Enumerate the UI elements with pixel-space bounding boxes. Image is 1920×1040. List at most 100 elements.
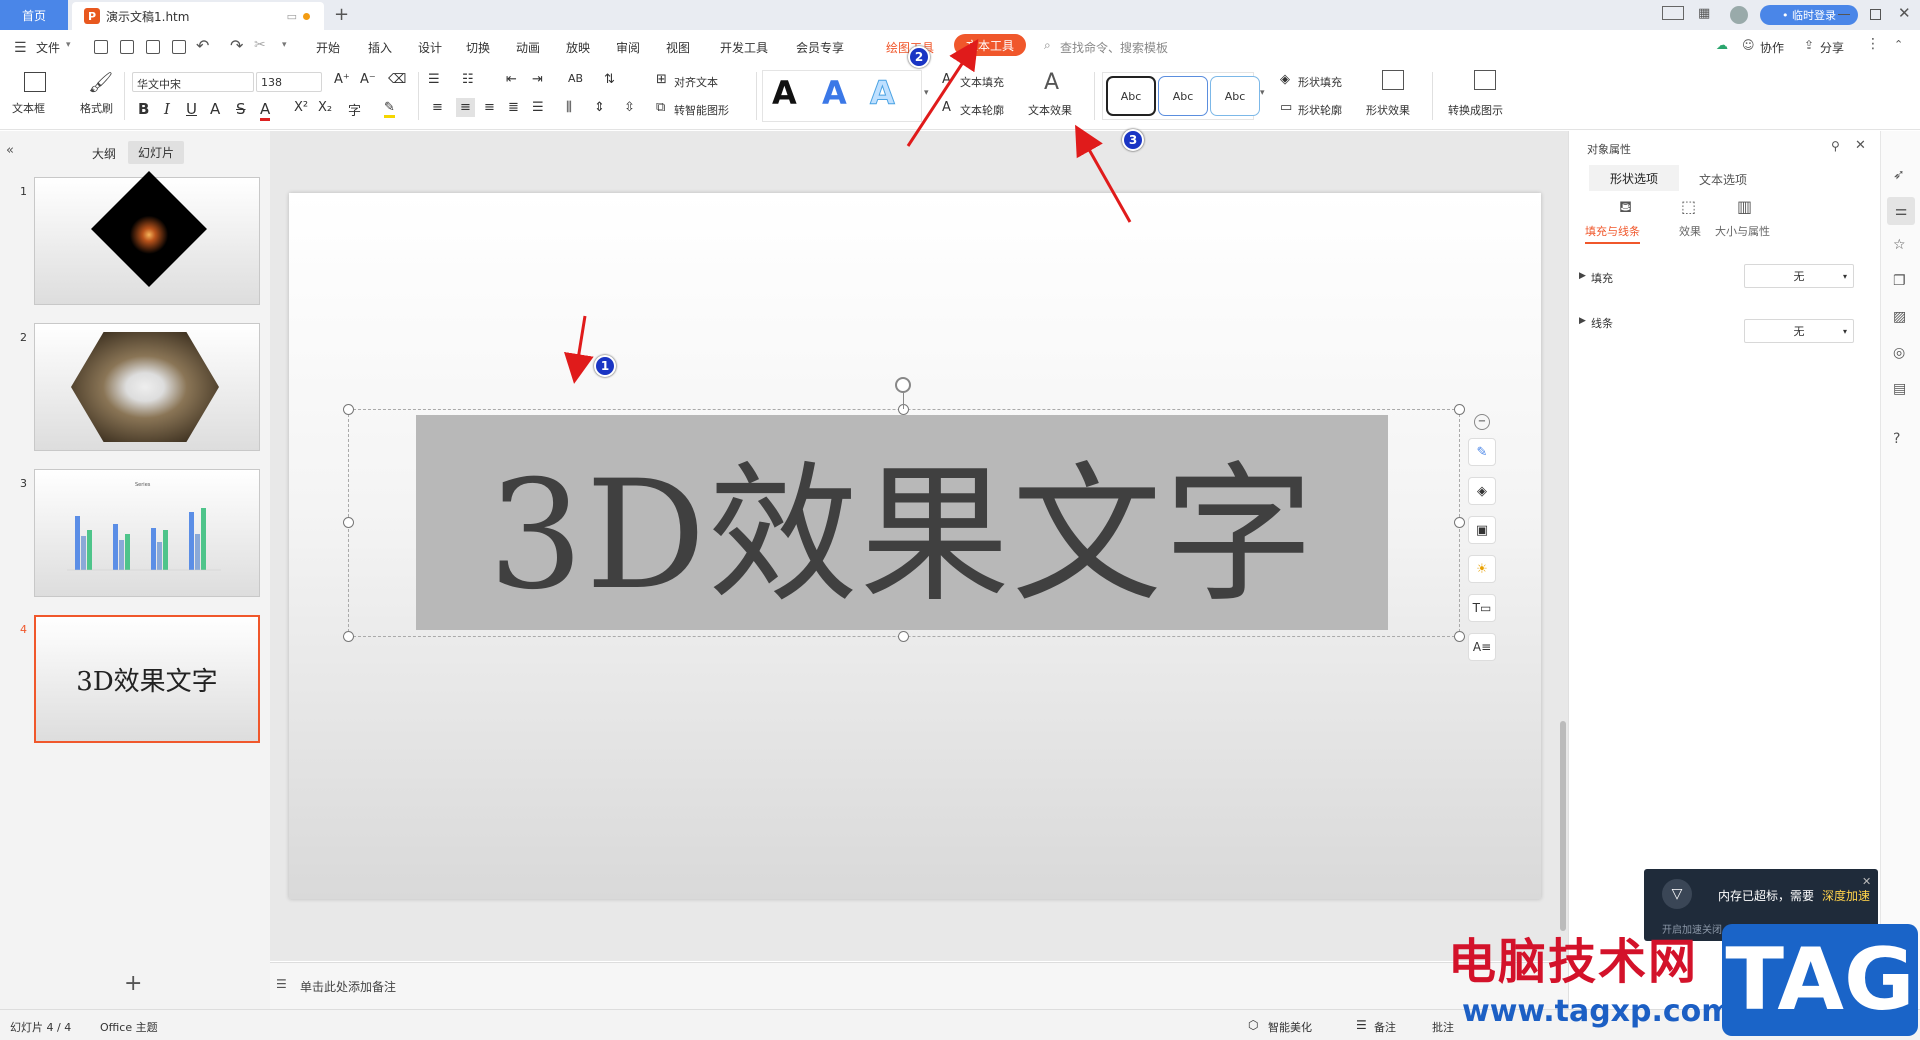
format-painter-button[interactable]: 格式刷 xyxy=(80,100,113,116)
float-edit-button[interactable]: ✎ xyxy=(1468,438,1496,466)
rocket-icon[interactable]: ➶ xyxy=(1893,167,1905,183)
star-icon[interactable]: ☆ xyxy=(1893,237,1906,253)
shape-fill-button[interactable]: 形状填充 xyxy=(1298,74,1342,90)
collapse-ribbon-icon[interactable]: ⌃ xyxy=(1894,38,1903,51)
expand-line-icon[interactable]: ▶ xyxy=(1579,316,1586,326)
line-select[interactable]: 无 ▾ xyxy=(1744,319,1854,343)
shape-style-more-icon[interactable]: ▾ xyxy=(1260,88,1265,98)
more-chevron-icon[interactable]: ▾ xyxy=(282,40,287,50)
align-center-icon[interactable]: ≡ xyxy=(456,98,475,117)
resize-handle[interactable] xyxy=(1454,517,1465,528)
align-right-icon[interactable]: ≡ xyxy=(484,100,495,115)
highlight-icon[interactable]: ✎ xyxy=(384,100,395,118)
shrink-font-icon[interactable]: A⁻ xyxy=(360,72,376,87)
shadow-icon[interactable]: A xyxy=(210,100,220,118)
columns-icon[interactable]: ⫼ xyxy=(566,100,572,115)
font-family-select[interactable]: 华文中宋 xyxy=(132,72,254,92)
menu-tab-4[interactable]: 动画 xyxy=(516,39,540,56)
bold-icon[interactable]: B xyxy=(138,100,149,118)
rotate-handle-icon[interactable] xyxy=(895,377,911,393)
copy-icon[interactable]: ❐ xyxy=(1893,273,1906,289)
sub-tab-effect[interactable]: 效果 xyxy=(1679,223,1701,239)
menu-tab-6[interactable]: 审阅 xyxy=(616,39,640,56)
hamburger-icon[interactable]: ☰ xyxy=(14,40,27,56)
save-icon[interactable] xyxy=(94,40,108,54)
shape-style-1[interactable]: Abc xyxy=(1106,76,1156,116)
login-button[interactable]: • 临时登录 xyxy=(1760,5,1858,25)
pin-icon[interactable]: ⚲ xyxy=(1831,139,1840,153)
collapse-float-icon[interactable]: − xyxy=(1474,414,1490,430)
text-fill-button[interactable]: 文本填充 xyxy=(960,74,1004,90)
slide-thumbnail-2[interactable] xyxy=(34,323,260,451)
slide-thumbnail-1[interactable] xyxy=(34,171,260,305)
line-spacing-icon[interactable]: ⇅ xyxy=(604,72,615,87)
add-slide-button[interactable]: + xyxy=(124,971,142,996)
justify-icon[interactable]: ≣ xyxy=(508,100,519,115)
menu-tab-2[interactable]: 设计 xyxy=(418,39,442,56)
textbox-button[interactable]: 文本框 xyxy=(12,100,45,116)
shape-outline-button[interactable]: 形状轮廓 xyxy=(1298,102,1342,118)
undo-icon[interactable]: ↶ xyxy=(196,36,209,55)
resize-handle[interactable] xyxy=(343,404,354,415)
tab-document[interactable]: P 演示文稿1.htm ▭ xyxy=(72,2,324,30)
popup-action[interactable]: 深度加速 xyxy=(1822,887,1870,904)
slide-thumbnail-3[interactable]: Series xyxy=(34,469,260,597)
avatar[interactable] xyxy=(1730,6,1748,24)
clear-format-icon[interactable]: ⌫ xyxy=(388,72,406,87)
para-spacing-icon[interactable]: ⇕ xyxy=(594,100,605,115)
share-button[interactable]: 分享 xyxy=(1820,39,1844,56)
wordart-outline-icon[interactable]: A xyxy=(870,74,896,113)
menu-tab-5[interactable]: 放映 xyxy=(566,39,590,56)
notes-area[interactable]: ☰ 单击此处添加备注 xyxy=(270,962,1568,1009)
tab-text-tools[interactable]: 文本工具 xyxy=(954,34,1026,56)
italic-icon[interactable]: I xyxy=(164,100,170,118)
text-effect-button[interactable]: 文本效果 xyxy=(1028,102,1072,118)
convert-button[interactable]: 转换成图示 xyxy=(1448,102,1503,118)
collab-button[interactable]: 协作 xyxy=(1760,39,1784,56)
tab-shape-options[interactable]: 形状选项 xyxy=(1589,165,1679,191)
font-color-icon[interactable]: A xyxy=(260,100,271,121)
indent-increase-icon[interactable]: ⇥ xyxy=(532,72,543,87)
comment-button[interactable]: 批注 xyxy=(1432,1019,1454,1035)
notes-button[interactable]: 备注 xyxy=(1374,1019,1396,1035)
menu-file[interactable]: 文件 xyxy=(36,39,60,56)
resize-handle[interactable] xyxy=(343,517,354,528)
minimize-button[interactable] xyxy=(1838,14,1850,15)
menu-tab-8[interactable]: 开发工具 xyxy=(720,39,768,56)
menu-tab-1[interactable]: 插入 xyxy=(368,39,392,56)
tab-slides[interactable]: 幻灯片 xyxy=(128,141,185,164)
bullets-icon[interactable]: ☰ xyxy=(428,72,440,87)
phonetic-icon[interactable]: 字 xyxy=(348,100,361,119)
strike-icon[interactable]: S xyxy=(236,100,246,118)
superscript-icon[interactable]: X² xyxy=(294,100,308,115)
menu-tab-7[interactable]: 视图 xyxy=(666,39,690,56)
more-icon[interactable]: ⋮ xyxy=(1866,36,1880,52)
wordart-blue-icon[interactable]: A xyxy=(822,74,847,112)
numbering-icon[interactable]: ☷ xyxy=(462,72,474,87)
underline-icon[interactable]: U xyxy=(186,100,197,118)
line-spacing2-icon[interactable]: ⇳ xyxy=(624,100,635,115)
resize-handle[interactable] xyxy=(898,631,909,642)
fill-select[interactable]: 无 ▾ xyxy=(1744,264,1854,288)
help-icon[interactable]: ? xyxy=(1893,431,1900,447)
menu-tab-3[interactable]: 切换 xyxy=(466,39,490,56)
smart-shape-button[interactable]: 转智能图形 xyxy=(674,102,729,118)
align-text-button[interactable]: 对齐文本 xyxy=(674,74,718,90)
wordart-more-icon[interactable]: ▾ xyxy=(924,88,929,98)
float-frame-button[interactable]: ▣ xyxy=(1468,516,1496,544)
wordart-black-icon[interactable]: A xyxy=(772,74,797,112)
sub-tab-fill-line[interactable]: 填充与线条 xyxy=(1585,223,1640,244)
slide-main-text[interactable]: 3D效果文字 xyxy=(488,414,1316,631)
resize-handle[interactable] xyxy=(343,631,354,642)
redo-icon[interactable]: ↷ xyxy=(230,36,243,55)
tab-text-options[interactable]: 文本选项 xyxy=(1699,171,1747,188)
sliders-icon[interactable]: ⚌ xyxy=(1887,197,1915,225)
close-panel-icon[interactable]: ✕ xyxy=(1855,138,1866,153)
location-icon[interactable]: ◎ xyxy=(1893,345,1905,361)
scissors-icon[interactable]: ✂ xyxy=(254,37,266,53)
close-icon[interactable]: ✕ xyxy=(1898,4,1911,22)
restore-button[interactable] xyxy=(1870,9,1881,20)
search-input[interactable]: 查找命令、搜索模板 xyxy=(1060,39,1168,56)
distribute-icon[interactable]: ☰ xyxy=(532,100,544,115)
vertical-scrollbar[interactable] xyxy=(1560,721,1566,931)
